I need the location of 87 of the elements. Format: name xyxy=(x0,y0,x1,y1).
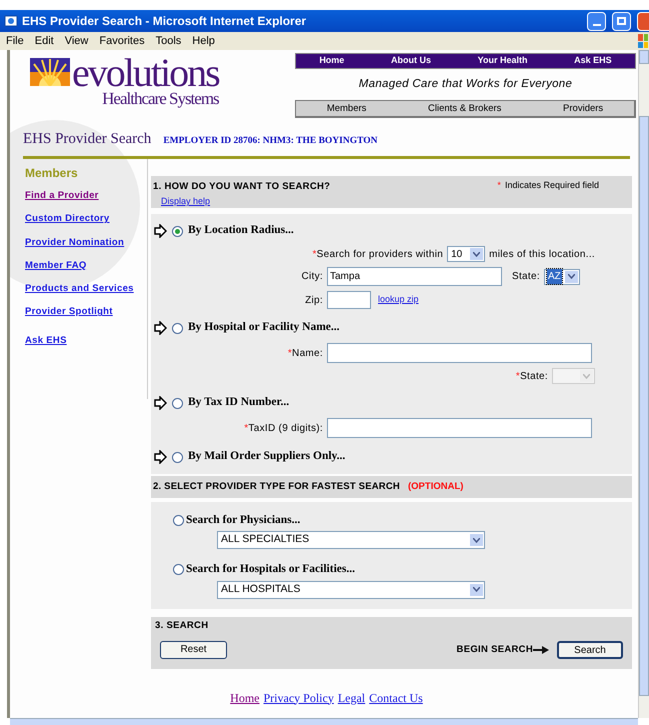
sidebar-link[interactable]: Provider Nomination xyxy=(25,236,147,250)
menu-item[interactable]: Edit xyxy=(34,32,54,50)
field-label: *Name: xyxy=(288,346,323,360)
page-title: EHS Provider Search xyxy=(23,130,152,148)
sidebar-link[interactable]: Member FAQ xyxy=(25,258,147,273)
field-label: *State: xyxy=(516,370,548,384)
footer-link[interactable]: Contact Us xyxy=(369,688,423,706)
nav-link[interactable]: About Us xyxy=(390,54,431,68)
field-label: Zip: xyxy=(305,294,323,308)
footer-link[interactable]: Legal xyxy=(338,688,366,706)
nav-link[interactable]: Home xyxy=(319,54,344,68)
radio-button[interactable] xyxy=(172,398,183,408)
city-input[interactable]: Tampa xyxy=(327,267,502,286)
text-input[interactable] xyxy=(327,343,592,363)
footer-link[interactable]: Home xyxy=(230,688,260,706)
chevron-down-icon xyxy=(568,274,575,279)
nav-link[interactable]: Your Health xyxy=(478,54,528,68)
radio-button[interactable] xyxy=(172,452,183,462)
nav-tab[interactable]: Providers xyxy=(555,102,612,116)
chevron-down-icon xyxy=(473,587,480,592)
menu-item[interactable]: File xyxy=(6,32,24,50)
vertical-scrollbar[interactable] xyxy=(638,50,649,718)
hollow-arrow-icon xyxy=(154,224,167,238)
logo-wordmark: evolutions xyxy=(72,56,219,90)
select-field[interactable]: ALL SPECIALTIES xyxy=(217,531,485,550)
field-label: State: xyxy=(512,270,540,284)
radio-button[interactable] xyxy=(173,515,184,526)
sidebar-link[interactable]: Provider Spotlight xyxy=(25,305,147,320)
section-heading: 3. SEARCH xyxy=(155,618,210,632)
sidebar-link[interactable]: Ask EHS xyxy=(25,334,147,348)
radio-button[interactable] xyxy=(172,226,183,236)
display-help-link[interactable]: Display help xyxy=(161,196,210,206)
required-note: * Indicates Required field xyxy=(497,180,599,190)
hollow-arrow-icon xyxy=(154,321,167,335)
footer-link[interactable]: Privacy Policy xyxy=(264,688,334,706)
radio-button[interactable] xyxy=(173,564,184,576)
field-label: miles of this location... xyxy=(489,248,595,262)
field-label: *Search for providers within xyxy=(312,248,444,262)
option-label: Search for Hospitals or Facilities... xyxy=(186,562,355,578)
chevron-down-icon xyxy=(473,252,480,256)
field-label: City: xyxy=(302,270,323,284)
windows-logo-icon xyxy=(637,33,649,49)
menu-item[interactable]: View xyxy=(64,32,88,50)
nav-tab[interactable]: Clients & Brokers xyxy=(420,102,510,116)
zip-input[interactable] xyxy=(327,291,371,309)
menu-item[interactable]: Tools xyxy=(156,32,182,50)
nav-tab[interactable]: Members xyxy=(318,102,374,116)
reset-button[interactable]: Reset xyxy=(160,640,227,659)
sidebar-link[interactable]: Products and Services xyxy=(25,282,147,296)
select-field[interactable]: ALL HOSPITALS xyxy=(217,580,485,598)
option-label: By Mail Order Suppliers Only... xyxy=(188,449,346,464)
begin-search-label: BEGIN SEARCH xyxy=(456,642,533,657)
menu-item[interactable]: Help xyxy=(192,32,215,50)
select-field[interactable]: 10 xyxy=(447,246,486,262)
text-input[interactable] xyxy=(327,418,592,438)
window-title: EHS Provider Search - Microsoft Internet Explorer xyxy=(22,13,308,30)
minimize-button[interactable] xyxy=(587,12,606,30)
option-label: Search for Physicians... xyxy=(186,513,300,528)
hollow-arrow-icon xyxy=(154,396,167,410)
option-label: By Tax ID Number... xyxy=(188,395,290,410)
chevron-down-icon xyxy=(583,374,590,378)
hollow-arrow-icon xyxy=(154,450,167,464)
horizontal-scrollbar[interactable] xyxy=(10,718,638,725)
sidebar-heading: Members xyxy=(25,165,79,182)
restore-button[interactable] xyxy=(612,12,631,30)
field-label: *TaxID (9 digits): xyxy=(244,422,323,436)
section-heading: 1. HOW DO YOU WANT TO SEARCH? xyxy=(153,181,330,192)
chevron-down-icon xyxy=(473,538,480,543)
employer-id: EMPLOYER ID 28706: NHM3: THE BOYINGTON xyxy=(163,134,378,148)
option-label: By Hospital or Facility Name... xyxy=(188,320,340,336)
section-heading: 2. SELECT PROVIDER TYPE FOR FASTEST SEARCH xyxy=(153,480,400,494)
sidebar-link[interactable]: Custom Directory xyxy=(25,212,147,226)
sidebar-link[interactable]: Find a Provider xyxy=(25,189,147,204)
option-label: By Location Radius... xyxy=(188,223,294,238)
close-button[interactable] xyxy=(637,12,649,30)
sunburst-logo-icon xyxy=(30,58,70,86)
nav-link[interactable]: Ask EHS xyxy=(574,54,612,68)
browser-icon xyxy=(4,14,18,28)
logo-subtitle: Healthcare Systems xyxy=(101,90,219,107)
tagline: Managed Care that Works for Everyone xyxy=(358,77,574,92)
menu-item[interactable]: Favorites xyxy=(99,32,145,50)
optional-label: (OPTIONAL) xyxy=(408,480,464,494)
arrow-icon xyxy=(533,646,549,654)
radio-button[interactable] xyxy=(172,322,183,334)
lookup-zip-link[interactable]: lookup zip xyxy=(378,293,419,307)
select-field[interactable]: AZ xyxy=(544,268,580,284)
search-button[interactable]: Search xyxy=(557,640,623,659)
